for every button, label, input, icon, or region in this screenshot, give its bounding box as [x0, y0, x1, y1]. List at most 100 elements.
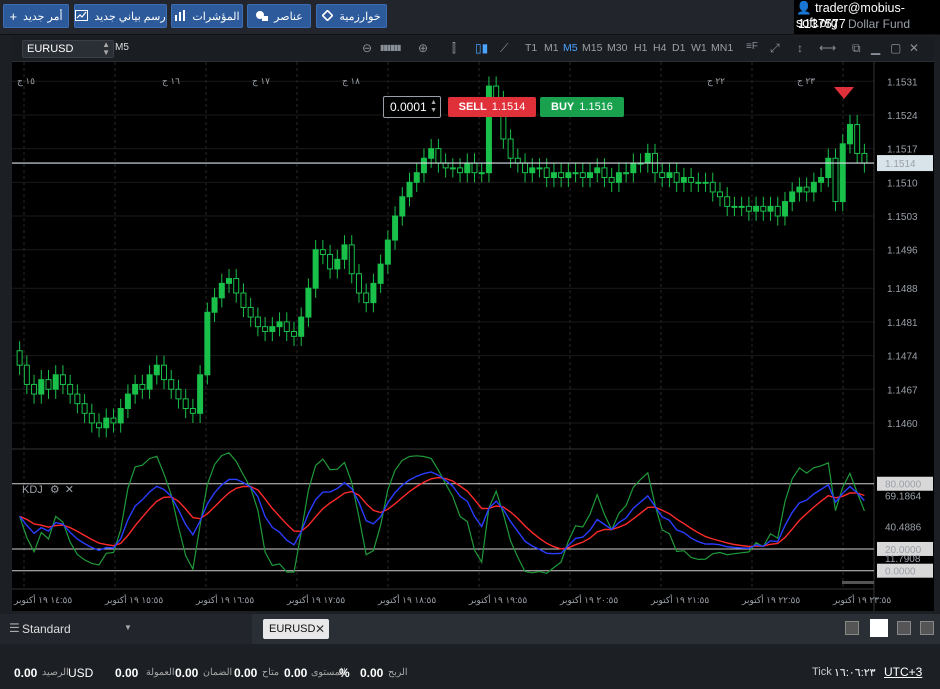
spinner-icon: ▲ ▼	[430, 99, 437, 114]
price-tick-label: 1.1510	[887, 178, 918, 189]
timeframe-m15[interactable]: M15	[582, 42, 602, 54]
candle-body	[370, 282, 377, 304]
maximize-icon[interactable]: ▢	[890, 41, 901, 55]
zoom-slider[interactable]: ▮▮▮▮▮▮	[380, 43, 401, 52]
layout-single-icon[interactable]	[845, 621, 859, 635]
price-chart[interactable]: 1.1531 1.1524 1.1517 1.1510 1.1503 1.1496 1.14…	[12, 62, 934, 611]
candle-body	[435, 148, 442, 164]
chart-tab[interactable]: EURUSD ✕	[263, 619, 329, 639]
kdj-axis-label: 0.0000	[885, 567, 916, 578]
candle-body	[673, 172, 680, 183]
candle-body	[334, 258, 341, 270]
chevron-down-icon: ▼	[124, 623, 132, 632]
timeframe-m5[interactable]: M5	[563, 42, 578, 54]
time-axis-label: ٢٣:٥٥ ١٩ أكتوبر	[832, 593, 891, 606]
timeframe-h1[interactable]: H1	[634, 42, 647, 54]
account-panel[interactable]: 👤 trader@mobius-soft.org 1137577 Dollar …	[794, 0, 940, 34]
candle-body	[781, 201, 788, 217]
candle-body	[709, 181, 716, 193]
layout-grid-icon[interactable]	[870, 619, 888, 637]
price-tick-label: 1.1467	[887, 385, 918, 396]
fibonacci-icon[interactable]: ≡F	[746, 41, 758, 52]
sell-button[interactable]: SELL 1.1514	[448, 97, 536, 117]
trendline-icon[interactable]: ⤢	[770, 41, 780, 56]
bar-chart-type-icon[interactable]: ⫿	[452, 41, 456, 56]
candle-body	[262, 326, 269, 332]
timezone-select[interactable]: UTC+3	[884, 665, 922, 679]
kdj-axis-label: 40.4886	[885, 523, 922, 534]
close-indicator-icon[interactable]: ✕	[65, 484, 74, 496]
candle-body	[558, 172, 565, 178]
user-icon: 👤	[796, 1, 812, 15]
menu-icon: ☰	[9, 621, 20, 635]
candle-body	[269, 326, 276, 332]
equity-value: 0.00	[175, 666, 199, 680]
kdj-axis-label: 69.1864	[885, 491, 922, 502]
candle-body	[738, 205, 745, 208]
candle-body	[464, 162, 471, 174]
candle-body	[16, 350, 23, 366]
candle-chart-type-icon[interactable]: ▯▮	[475, 41, 488, 55]
candle-body	[197, 374, 204, 414]
new-chart-button[interactable]: رسم بياني جديد	[74, 4, 167, 28]
minimize-icon[interactable]: ▁	[871, 41, 880, 55]
timeframe-h4[interactable]: H4	[653, 42, 666, 54]
popout-icon[interactable]: ⧉	[852, 41, 861, 56]
timeframe-mn1[interactable]: MN1	[711, 42, 733, 54]
timeframe-m30[interactable]: M30	[607, 42, 627, 54]
candle-body	[67, 383, 74, 395]
candle-body	[52, 374, 59, 390]
candle-body	[399, 196, 406, 217]
layout-columns-icon[interactable]	[897, 621, 911, 635]
profit-value: 0.00	[360, 666, 384, 680]
horizontal-line-icon[interactable]: ⟷	[819, 41, 836, 55]
tick-label: Tick	[812, 666, 832, 678]
scroll-marker-icon	[834, 87, 854, 99]
day-label: ٢٢ ج	[707, 76, 725, 87]
time-axis-label: ٢١:٥٥ ١٩ أكتوبر	[650, 593, 709, 606]
close-icon[interactable]: ✕	[909, 41, 919, 55]
vertical-line-icon[interactable]: ↕	[797, 41, 803, 55]
candle-body	[276, 321, 283, 328]
symbol-select[interactable]: EURUSD ▲ ▼	[22, 40, 114, 58]
chart-plot-area[interactable]: 1.1531 1.1524 1.1517 1.1510 1.1503 1.1496 1.14…	[12, 62, 934, 611]
candle-body	[543, 167, 550, 178]
close-tab-icon[interactable]: ✕	[315, 619, 325, 639]
time-axis-label: ٢٠:٥٥ ١٩ أكتوبر	[559, 593, 618, 606]
candle-body	[680, 177, 687, 183]
candle-body	[254, 316, 261, 328]
timeframe-t1[interactable]: T1	[525, 42, 537, 54]
zoom-in-icon[interactable]: ⊕	[418, 41, 428, 55]
layout-rows-icon[interactable]	[920, 621, 934, 635]
candle-body	[377, 263, 384, 284]
kdj-axis-label: 80.0000	[885, 480, 922, 491]
candle-body	[146, 374, 153, 390]
timeframe-d1[interactable]: D1	[672, 42, 685, 54]
account-name: Dollar Fund	[848, 17, 911, 31]
day-label: ١٧ ج	[252, 76, 270, 87]
timeframe-label: M5	[115, 42, 129, 53]
timeframe-w1[interactable]: W1	[691, 42, 707, 54]
objects-button[interactable]: عناصر	[247, 4, 311, 28]
candle-body	[666, 172, 673, 178]
zoom-out-icon[interactable]: ⊖	[362, 41, 372, 55]
gear-icon[interactable]: ⚙	[50, 484, 60, 496]
algorithm-button[interactable]: خوارزمية	[316, 4, 387, 28]
timeframe-m1[interactable]: M1	[544, 42, 559, 54]
day-label: ١٦ ج	[162, 76, 180, 87]
indicators-button[interactable]: المؤشرات	[171, 4, 243, 28]
buy-button[interactable]: BUY 1.1516	[540, 97, 624, 117]
layout-select[interactable]: ☰ Standard ▼	[0, 614, 252, 644]
line-chart-type-icon[interactable]: ⟋	[500, 41, 508, 56]
candle-body	[406, 181, 413, 198]
price-tick-label: 1.1503	[887, 212, 918, 223]
candle-body	[803, 186, 810, 193]
candle-body	[572, 172, 579, 175]
candle-body	[312, 249, 319, 289]
new-order-button[interactable]: + أمر جديد	[3, 4, 69, 28]
candle-body	[623, 172, 630, 175]
candle-body	[716, 191, 723, 198]
candle-body	[189, 408, 196, 414]
quantity-input[interactable]: 0.0001 ▲ ▼	[383, 96, 441, 118]
currency: USD	[68, 666, 94, 680]
